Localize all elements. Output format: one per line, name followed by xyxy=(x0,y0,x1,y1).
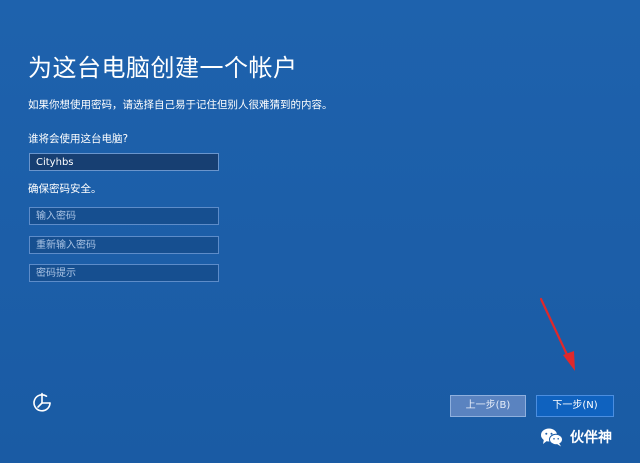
repeat-password-input[interactable] xyxy=(29,236,219,254)
username-question-label: 谁将会使用这台电脑? xyxy=(28,133,129,145)
password-security-label: 确保密码安全。 xyxy=(28,183,102,195)
setup-screen: 为这台电脑创建一个帐户 如果你想使用密码，请选择自己易于记住但别人很难猜到的内容… xyxy=(0,0,640,463)
username-input[interactable] xyxy=(29,153,219,171)
next-button[interactable]: 下一步(N) xyxy=(536,395,614,417)
password-advice-text: 如果你想使用密码，请选择自己易于记住但别人很难猜到的内容。 xyxy=(28,99,333,111)
watermark-text: 伙伴神 xyxy=(570,430,612,446)
password-input[interactable] xyxy=(29,207,219,225)
watermark: 伙伴神 xyxy=(540,426,612,448)
wechat-icon xyxy=(541,428,563,447)
red-arrow xyxy=(539,297,575,371)
ease-of-access-icon[interactable] xyxy=(30,391,54,415)
page-title: 为这台电脑创建一个帐户 xyxy=(28,54,298,82)
back-button[interactable]: 上一步(B) xyxy=(450,395,526,417)
password-hint-input[interactable] xyxy=(29,264,219,282)
